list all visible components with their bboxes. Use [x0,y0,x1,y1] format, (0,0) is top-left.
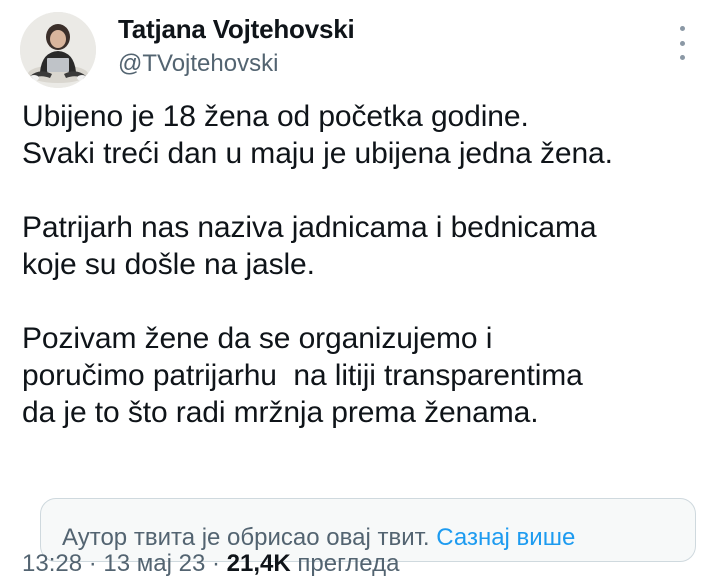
tweet-line: Patrijarh nas naziva jadnicama i bednica… [22,211,597,244]
author-name[interactable]: Tatjana Vojtehovski [118,14,355,45]
tweet-meta: 13:28 · 13 мај 23 · 21,4K прегледа [22,550,399,578]
avatar-illustration [20,12,96,88]
author-handle[interactable]: @TVojtehovski [118,50,278,78]
more-dot [679,55,685,60]
meta-separator: · [211,550,220,577]
tweet-line: koje su došle na jasle. [22,248,315,281]
tweet-time[interactable]: 13:28 [22,550,82,577]
views-label: прегледа [297,550,400,577]
tweet-line: da je to što radi mržnja prema ženama. [22,396,539,429]
more-dot [679,40,685,46]
deleted-notice-text: Аутор твита је обрисао овај твит. Сазнај… [62,524,575,552]
avatar[interactable] [20,12,96,88]
tweet-line: Svaki treći dan u maju je ubijena jedna … [22,137,613,170]
views-count: 21,4K [226,550,291,577]
tweet-line: Ubijeno je 18 žena od početka godine. [22,100,529,133]
meta-separator: · [88,550,97,577]
tweet-date[interactable]: 13 мај 23 [103,550,205,577]
tweet-line: Pozivam žene da se organizujemo i [22,322,493,355]
tweet-line: poručimo patrijarhu na litiji transparen… [22,359,583,392]
learn-more-link[interactable]: Сазнај више [436,524,575,551]
deleted-notice-message: Аутор твита је обрисао овај твит. [62,524,430,551]
more-vertical-icon[interactable] [670,26,694,60]
more-dot [679,26,685,31]
tweet-text: Ubijeno je 18 žena od početka godine. Sv… [22,98,712,431]
